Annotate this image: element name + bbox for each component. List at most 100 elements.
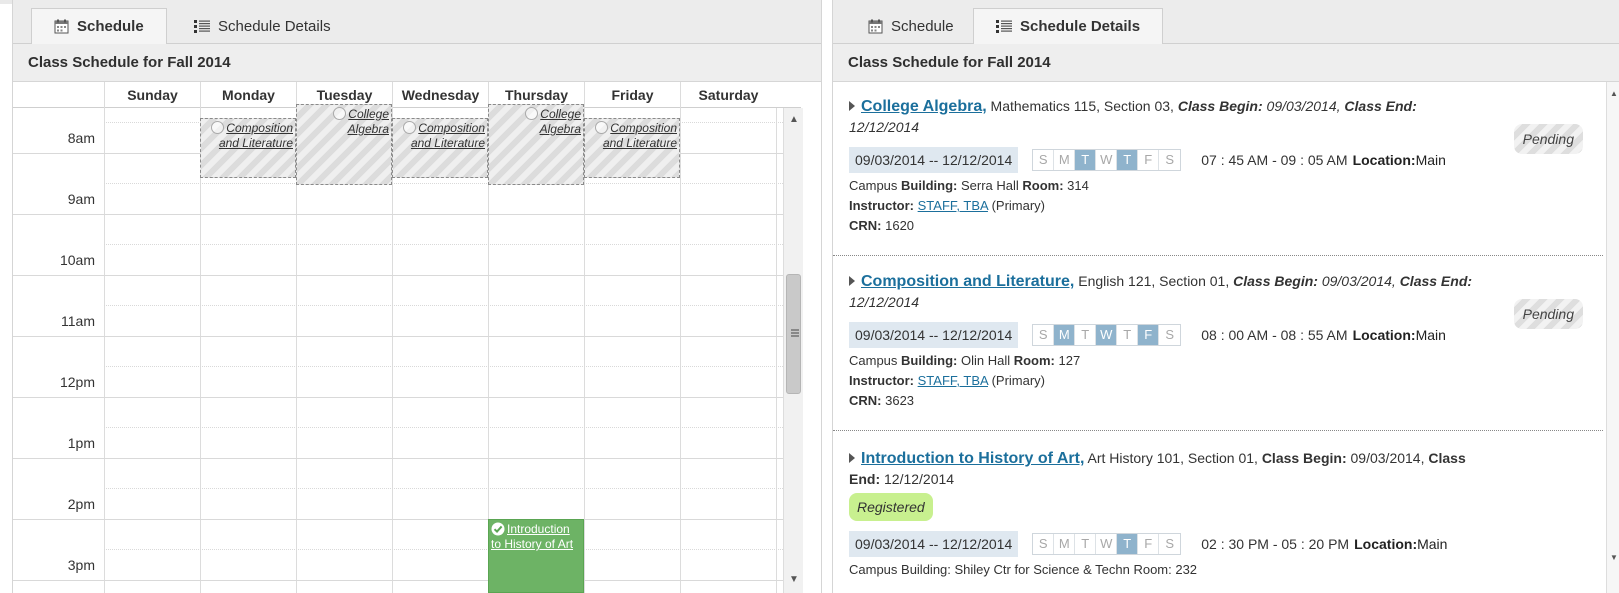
status-badge: Pending <box>1513 124 1583 154</box>
room-label: Room: <box>1013 353 1055 368</box>
course-item: College Algebra, Mathematics 115, Sectio… <box>833 96 1603 256</box>
event-thursday-algebra[interactable]: College Algebra <box>488 104 584 185</box>
time-label-12pm: 12pm <box>59 374 95 390</box>
panel-gap <box>822 0 832 593</box>
time-label-1pm: 1pm <box>67 435 95 451</box>
grid-line <box>680 108 681 593</box>
location-value: Main <box>1415 152 1446 168</box>
course-details-list: College Algebra, Mathematics 115, Sectio… <box>833 82 1619 593</box>
class-begin-label: Class Begin: <box>1233 273 1318 289</box>
details-scrollbar[interactable]: ▲ ▼ <box>1606 82 1619 593</box>
meeting-row: 09/03/2014 -- 12/12/2014 S M T W T F S 0… <box>849 531 1587 557</box>
event-link[interactable]: College Algebra <box>540 107 581 136</box>
event-tuesday-algebra[interactable]: College Algebra <box>296 104 392 185</box>
scroll-down-arrow[interactable]: ▼ <box>1607 550 1619 566</box>
day-header-row: Sunday Monday Tuesday Wednesday Thursday… <box>13 82 801 108</box>
instructor-line: Instructor: STAFF, TBA (Primary) <box>849 371 1587 391</box>
meeting-row: 09/03/2014 -- 12/12/2014 S M T W T F S 0… <box>849 147 1587 173</box>
day-mon: M <box>1054 150 1076 170</box>
instructor-link[interactable]: STAFF, TBA <box>918 373 988 388</box>
day-thu: T <box>1117 150 1139 170</box>
expand-arrow-icon[interactable] <box>849 101 855 111</box>
half-hour-line <box>104 427 801 428</box>
day-thu: T <box>1117 534 1139 554</box>
tab-schedule[interactable]: Schedule <box>845 8 977 44</box>
scroll-up-arrow[interactable]: ▲ <box>1607 86 1619 102</box>
location-label: Location: <box>1352 327 1416 343</box>
tab-schedule-details[interactable]: Schedule Details <box>171 8 354 44</box>
day-thu: T <box>1117 325 1139 345</box>
day-sun: S <box>1033 534 1055 554</box>
course-name-link[interactable]: College Algebra, <box>861 98 987 115</box>
course-name-link[interactable]: Composition and Literature, <box>861 273 1074 290</box>
event-wednesday-composition[interactable]: Composition and Literature <box>392 118 488 178</box>
day-tue: T <box>1075 150 1097 170</box>
day-header-wednesday: Wednesday <box>392 82 488 108</box>
event-link[interactable]: Composition and Literature <box>219 121 293 150</box>
location-label: Location: <box>1352 152 1416 168</box>
event-link[interactable]: Composition and Literature <box>411 121 485 150</box>
grid-line <box>104 108 105 593</box>
pending-check-icon <box>525 107 539 120</box>
event-monday-composition[interactable]: Composition and Literature <box>200 118 296 178</box>
meeting-row: 09/03/2014 -- 12/12/2014 S M T W T F S 0… <box>849 322 1587 348</box>
pending-check-icon <box>595 121 609 134</box>
time-label-2pm: 2pm <box>67 496 95 512</box>
building-label: Building: <box>901 353 958 368</box>
day-fri: F <box>1138 325 1160 345</box>
event-thursday-history-of-art[interactable]: Introduction to History of Art <box>488 519 584 593</box>
event-link[interactable]: College Algebra <box>348 107 389 136</box>
instructor-role: (Primary) <box>987 198 1045 213</box>
tab-schedule-details[interactable]: Schedule Details <box>973 8 1164 44</box>
course-item: Composition and Literature, English 121,… <box>833 271 1603 431</box>
grid-line <box>200 108 201 593</box>
half-hour-line <box>104 305 801 306</box>
event-friday-composition[interactable]: Composition and Literature <box>584 118 680 178</box>
half-hour-line <box>104 366 801 367</box>
class-end-value: 12/12/2014 <box>880 471 955 487</box>
day-sat: S <box>1159 325 1181 345</box>
building-line: Campus Building: Olin Hall Room: 127 <box>849 351 1587 371</box>
grid-line <box>392 108 393 593</box>
scroll-up-arrow[interactable]: ▲ <box>784 112 804 128</box>
time-label-3pm: 3pm <box>67 557 95 573</box>
class-begin-value: 09/03/2014, <box>1262 98 1345 114</box>
event-link[interactable]: Composition and Literature <box>603 121 677 150</box>
expand-arrow-icon[interactable] <box>849 276 855 286</box>
schedule-panel: Schedule Schedule Details Class Schedule… <box>12 0 822 593</box>
class-end-label: Class End: <box>1344 98 1417 114</box>
schedule-tabbar: Schedule Schedule Details <box>13 0 821 44</box>
day-wed: W <box>1096 534 1118 554</box>
expand-arrow-icon[interactable] <box>849 453 855 463</box>
instructor-link[interactable]: STAFF, TBA <box>918 198 988 213</box>
class-end-label: Class End: <box>1399 273 1473 289</box>
scroll-thumb[interactable] <box>786 274 801 394</box>
time-label-9am: 9am <box>67 191 95 207</box>
crn-line: CRN: 1620 <box>849 216 1587 236</box>
course-name-link[interactable]: Introduction to History of Art, <box>861 450 1084 467</box>
calendar-scrollbar[interactable]: ▲ ▼ <box>783 108 803 593</box>
building-label: Building: <box>901 178 958 193</box>
date-range: 09/03/2014 -- 12/12/2014 <box>849 531 1019 557</box>
tab-label: Schedule Details <box>218 18 331 35</box>
day-fri: F <box>1138 150 1160 170</box>
hour-line <box>13 336 801 337</box>
meeting-days: S M T W T F S <box>1032 533 1182 555</box>
course-subject: Art History 101, Section 01, <box>1084 450 1262 466</box>
pending-check-icon <box>211 121 225 134</box>
course-item: Introduction to History of Art, Art Hist… <box>833 448 1603 593</box>
check-icon <box>491 522 505 536</box>
grid-line <box>776 108 777 593</box>
crn-value: 3623 <box>881 393 915 408</box>
class-begin-value: 09/03/2014, <box>1317 273 1400 289</box>
meeting-time: 08 : 00 AM - 08 : 55 AM <box>1201 327 1348 343</box>
building-value: Olin Hall <box>957 353 1014 368</box>
tab-schedule[interactable]: Schedule <box>31 8 167 44</box>
hour-line <box>13 214 801 215</box>
scroll-down-arrow[interactable]: ▼ <box>784 572 804 588</box>
building-prefix: Campus <box>849 178 902 193</box>
day-sat: S <box>1159 150 1181 170</box>
day-sun: S <box>1033 325 1055 345</box>
day-wed: W <box>1096 150 1118 170</box>
status-badge: Pending <box>1513 299 1583 329</box>
